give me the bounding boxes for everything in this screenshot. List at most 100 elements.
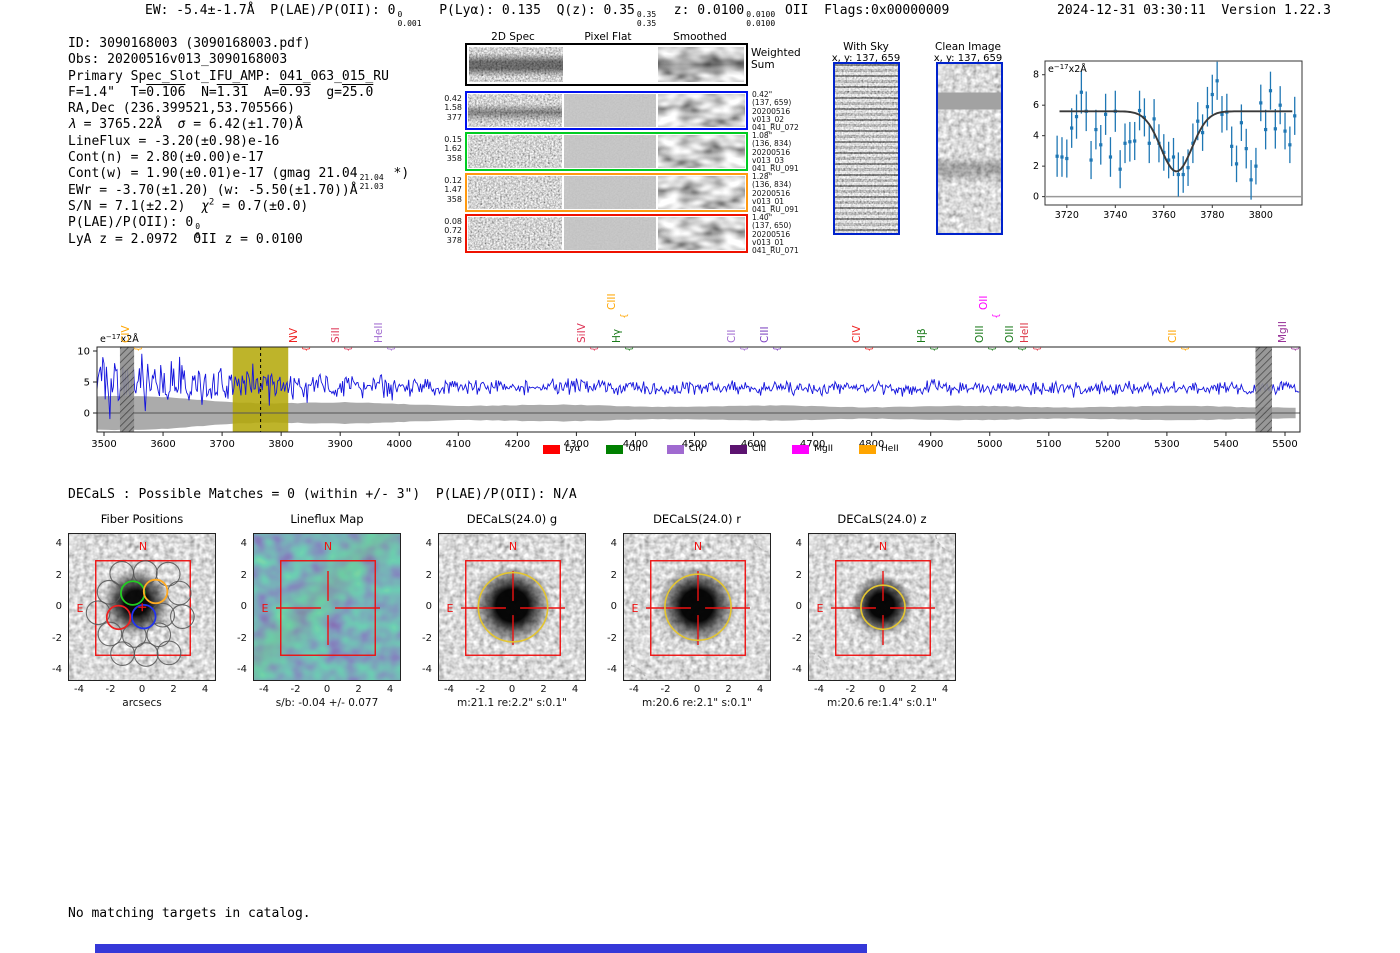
panel-xtick: -4	[629, 684, 639, 695]
svg-text:E: E	[447, 602, 454, 615]
weighted-sum-row	[465, 43, 748, 86]
svg-text:2: 2	[1033, 161, 1039, 172]
text-segment: OII Flags:0x00000009	[777, 3, 950, 18]
panel-ytick: -2	[422, 632, 432, 644]
fiber-cutout-row	[465, 132, 748, 171]
spec-line-brace: {	[865, 346, 876, 352]
text-segment: EW: -5.4±-1.7Å P(LAE)/P(OII): 0	[145, 3, 396, 18]
info-line: ID: 3090168003 (3090168003.pdf)	[68, 36, 409, 52]
weighted-smoothed-image	[658, 47, 744, 82]
panel-ytick: 4	[240, 538, 247, 549]
with-sky-noise	[835, 64, 898, 233]
weighted-sum-label-line2: Sum	[751, 58, 775, 71]
panel-xtick: 0	[508, 684, 516, 695]
panel-xtick: 2	[540, 684, 547, 695]
line-fit-plot: 0 2 4 6 8 3720 3740 3760 3780 3800 e−17x2Å	[1033, 60, 1303, 221]
svg-text:E: E	[262, 602, 269, 615]
panel-ytick: 0	[240, 601, 247, 612]
row-smoothed-image	[658, 94, 745, 127]
svg-text:3600: 3600	[150, 439, 175, 450]
panel-ytick: -4	[792, 664, 802, 675]
footer-blue-bar	[95, 944, 867, 953]
row-right-labels: 1.28" (136, 834) 20200516 v013_01 041_RU_091	[752, 172, 799, 215]
row-right-labels: 1.40" (137, 650) 20200516 v013_01 041_RU_071	[752, 213, 799, 256]
row-left-labels: 0.42 1.58 377	[444, 94, 462, 122]
text-segment: g=	[310, 84, 342, 100]
spec-line-brace: {	[590, 346, 601, 352]
panel-xtick: -2	[660, 684, 671, 695]
row-2d-spec-image	[468, 217, 562, 250]
spec-line-label: OII	[978, 295, 991, 310]
spec-line-label: NV	[288, 327, 301, 343]
legend-label: CIII	[751, 444, 767, 454]
svg-text:0: 0	[84, 409, 90, 420]
svg-text:5200: 5200	[1095, 439, 1120, 450]
column-header-smoothed: Smoothed	[673, 31, 727, 43]
text-segment: 25.0	[341, 84, 374, 100]
text-segment: χ	[201, 198, 209, 214]
text-segment: 0.93	[279, 84, 311, 100]
row-right-labels: 1.08" (136, 834) 20200516 v013_03 041_RU_091	[752, 131, 799, 174]
panel-xtick: 4	[386, 684, 394, 695]
stacked-value: 21.04 21.03	[359, 173, 384, 191]
panel-image-decals: NE	[438, 533, 586, 681]
svg-text:0: 0	[1033, 192, 1039, 203]
text-segment: P(LAE)/P(OII): 0	[68, 215, 194, 231]
panel-xtick: -2	[475, 684, 486, 695]
panel-xtick: 2	[170, 684, 177, 695]
panel-xtick: 2	[725, 684, 732, 695]
weighted-2d-spec-image	[469, 47, 563, 82]
panel-ytick: 2	[55, 569, 62, 581]
panel-image-fiber: NE	[68, 533, 216, 681]
spec-line-brace: {	[773, 346, 784, 352]
panel-caption: arcsecs	[122, 697, 162, 709]
text-segment: S/N = 7.1(±2.2)	[68, 198, 202, 214]
full-spectrum-plot: 3500 3600 3700 3800 3900 4000 4100 4200 4300 4400…	[77, 333, 1301, 450]
svg-text:5500: 5500	[1272, 439, 1297, 450]
text-segment: Obs: 20200516v013_3090168003	[68, 52, 288, 68]
text-segment: A=	[248, 84, 280, 100]
panel-ytick: -2	[792, 632, 802, 644]
legend-label: MgII	[814, 444, 834, 454]
panel-title: DECaLS(24.0) g	[466, 512, 558, 526]
spec-line-label: CIII	[606, 293, 619, 310]
row-left-labels: 0.08 0.72 378	[444, 217, 462, 245]
panel-xtick: 2	[355, 684, 362, 695]
legend-swatch	[859, 444, 877, 454]
text-segment: = 6.42(±1.70)Å	[185, 117, 303, 133]
panel-overlay: NE	[77, 540, 195, 667]
text-segment: z: 0.0100	[658, 3, 745, 18]
svg-text:E: E	[632, 602, 639, 615]
info-line: Primary Spec_Slot_IFU_AMP: 041_063_015_R…	[68, 69, 409, 85]
svg-text:3800: 3800	[1249, 210, 1273, 221]
panel-image-decals: NE	[808, 533, 956, 681]
panel-ytick: -2	[52, 632, 62, 644]
row-left-labels: 0.15 1.62 358	[444, 135, 462, 163]
panel-caption: s/b: -0.04 +/- 0.077	[275, 697, 379, 709]
legend-label: OII	[628, 444, 641, 454]
text-segment: 0.106	[146, 84, 186, 100]
fiber-cutout-row	[465, 91, 748, 130]
svg-text:3720: 3720	[1055, 210, 1079, 221]
info-line: F=1.4" T=0.106 N=1.31 A=0.93 g=25.0	[68, 85, 409, 101]
panel-xtick: 0	[138, 684, 146, 695]
panel-xtick: -4	[444, 684, 454, 695]
svg-text:N: N	[324, 540, 332, 553]
spec-line-brace: {	[624, 346, 635, 352]
text-segment: = 0.7(±0.0)	[214, 198, 309, 214]
panel-ytick: -4	[52, 664, 62, 675]
footer-note: No matching targets in catalog. Row inte…	[68, 875, 311, 953]
clean-image	[936, 62, 1003, 235]
spec-line-label: SiIV	[576, 323, 589, 343]
clean-image-noise	[938, 64, 1001, 233]
row-left-labels: 0.12 1.47 358	[444, 176, 462, 204]
spec-line-brace: {	[302, 346, 313, 352]
header-summary-line: EW: -5.4±-1.7Å P(LAE)/P(OII): 0 0 0.001 P(…	[145, 3, 949, 28]
detection-info-block: ID: 3090168003 (3090168003.pdf) Obs: 2020…	[68, 36, 409, 248]
panel-overlay: NE	[624, 534, 770, 680]
legend-item: Lyα	[543, 444, 580, 454]
panel-ytick: 2	[795, 569, 802, 581]
svg-text:8: 8	[1033, 70, 1039, 81]
panel-ytick: 0	[425, 601, 432, 612]
text-segment: ID: 3090168003 (3090168003.pdf)	[68, 36, 311, 51]
